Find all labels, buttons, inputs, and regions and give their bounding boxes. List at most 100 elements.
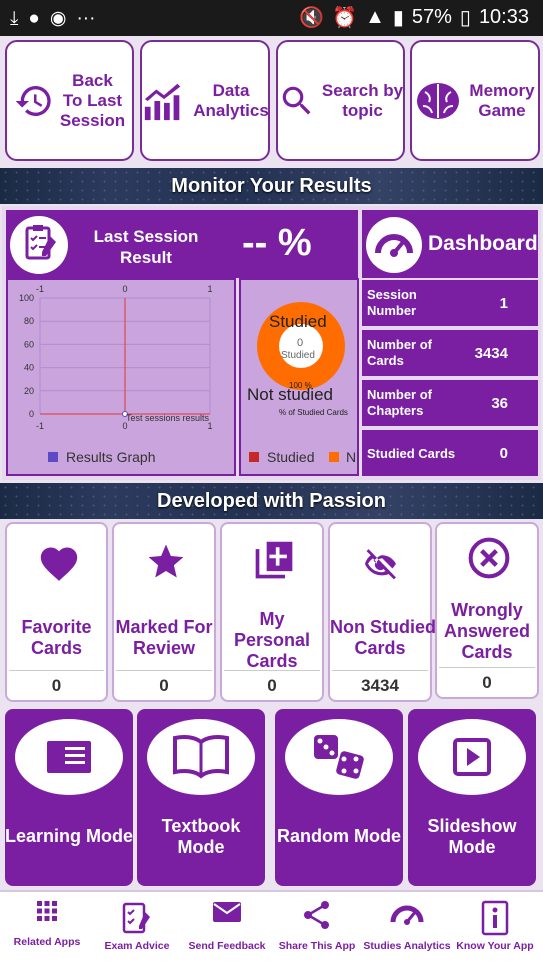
last-session-title: Last Session Result [93, 227, 199, 267]
dashboard-title: Dashboard [428, 232, 538, 255]
legend-studied: Studied [267, 449, 314, 465]
book-icon [15, 719, 123, 795]
mail-icon [213, 902, 241, 922]
memory-game-button[interactable]: Memory Game [410, 40, 540, 161]
marked-for-review-button[interactable]: Marked For Review 0 [112, 522, 216, 702]
chat-icon: ● [28, 7, 40, 29]
y-tick-label: 100 [19, 293, 34, 303]
bottom-navigation: Related Apps Exam Advice Send Feedback S… [0, 890, 543, 966]
legend-results-graph: Results Graph [66, 449, 155, 465]
y-tick-label: 80 [24, 316, 34, 326]
studied-cards-label: Studied Cards [367, 445, 456, 461]
download-icon: ⤓ [10, 7, 19, 29]
send-feedback-label: Send Feedback [188, 940, 266, 952]
y-tick-label: 20 [24, 386, 34, 396]
my-personal-cards-button[interactable]: My Personal Cards 0 [220, 522, 324, 702]
exam-advice-button[interactable]: Exam Advice [92, 892, 182, 962]
non-studied-cards-label: Non Studied Cards [330, 617, 436, 658]
exam-advice-label: Exam Advice [104, 940, 170, 952]
x-bottom-tick-label: -1 [36, 421, 44, 431]
gauge-icon [390, 905, 424, 925]
info-icon [481, 900, 509, 936]
star-icon [148, 544, 184, 578]
dashboard-row-session: Session Number 1 [362, 280, 538, 326]
more-icon: ··· [76, 7, 96, 29]
dashboard-row-cards: Number of Cards 3434 [362, 330, 538, 376]
learning-mode-label: Learning Mode [5, 826, 134, 846]
marked-for-review-label: Marked For Review [115, 617, 213, 658]
share-app-label: Share This App [278, 940, 356, 952]
developed-with-passion-banner: Developed with Passion [0, 483, 543, 519]
dashboard-header[interactable]: Dashboard [362, 210, 538, 278]
favorite-cards-count: 0 [7, 670, 106, 696]
share-app-button[interactable]: Share This App [272, 892, 362, 962]
send-feedback-button[interactable]: Send Feedback [182, 892, 272, 962]
my-personal-cards-label: My Personal Cards [233, 609, 311, 671]
y-tick-label: 0 [29, 409, 34, 419]
random-mode-button[interactable]: Random Mode [275, 709, 403, 886]
brain-icon [417, 82, 460, 119]
back-to-last-session-label: Back To Last Session [59, 70, 126, 130]
textbook-mode-label: Textbook Mode [161, 816, 241, 857]
x-top-tick-label: -1 [36, 284, 44, 294]
clock: 10:33 [478, 6, 529, 28]
studies-analytics-button[interactable]: Studies Analytics [362, 892, 452, 962]
related-apps-button[interactable]: Related Apps [2, 892, 92, 962]
results-graph: 100806040200-1 0 1-1 0 1 Test sessions resul… [8, 280, 234, 474]
number-of-cards-label: Number of Cards [367, 337, 432, 368]
data-analytics-label: Data Analytics [193, 80, 269, 120]
session-number-label: Session Number [367, 287, 417, 318]
clipboard-icon [10, 216, 68, 274]
share-icon [304, 901, 329, 929]
data-analytics-button[interactable]: Data Analytics [140, 40, 270, 161]
textbook-mode-button[interactable]: Textbook Mode [137, 709, 265, 886]
y-tick-label: 60 [24, 339, 34, 349]
memory-game-label: Memory Game [469, 80, 535, 120]
messenger-icon: ◉ [49, 8, 67, 29]
history-icon [15, 85, 51, 116]
heart-icon [40, 547, 78, 581]
pie-center-label: Studied [281, 350, 315, 361]
pie-percent: 100 % [289, 381, 312, 390]
legend-not-studied: N [346, 449, 356, 465]
pie-center-value: 0 [297, 337, 303, 349]
wrongly-answered-cards-button[interactable]: Wrongly Answered Cards 0 [435, 522, 539, 699]
eye-off-icon [365, 549, 396, 580]
back-to-last-session-button[interactable]: Back To Last Session [5, 40, 134, 161]
search-icon [282, 86, 311, 114]
x-circle-icon [468, 537, 510, 579]
legend-swatch-studied [249, 452, 259, 462]
know-your-app-button[interactable]: Know Your App [450, 892, 540, 962]
last-session-header[interactable]: Last Session Result -- % [6, 210, 358, 278]
mute-icon: 🔇 [299, 7, 325, 29]
slideshow-mode-button[interactable]: Slideshow Mode [408, 709, 536, 886]
wifi-icon: ▲ [365, 6, 385, 28]
checklist-icon [122, 902, 150, 934]
monitor-results-title: Monitor Your Results [171, 174, 372, 197]
favorite-cards-label: Favorite Cards [21, 617, 92, 658]
alarm-icon: ⏰ [332, 7, 358, 29]
status-bar: ⤓ ● ◉ ··· 🔇 ⏰ ▲ ▮ 57% ▯ 10:33 [0, 0, 543, 36]
open-book-icon [147, 719, 255, 795]
legend-swatch-not-studied [329, 452, 339, 462]
graph-annotation: Test sessions results [126, 413, 210, 423]
search-by-topic-button[interactable]: Search by topic [276, 40, 405, 161]
battery-level: 57% [411, 6, 452, 28]
pie-panel: Studied 0 Studied Not studied 100 % % of… [239, 278, 359, 476]
dashboard-row-studied: Studied Cards 0 [362, 430, 538, 476]
learning-mode-button[interactable]: Learning Mode [5, 709, 133, 886]
number-of-cards-value: 3434 [474, 344, 508, 362]
non-studied-cards-button[interactable]: Non Studied Cards 3434 [328, 522, 436, 702]
pie-studied-label: Studied [269, 312, 327, 331]
session-number-value: 1 [499, 294, 508, 312]
dashboard-row-chapters: Number of Chapters 36 [362, 380, 538, 426]
play-icon [418, 719, 526, 795]
passion-title: Developed with Passion [157, 489, 386, 512]
non-studied-cards-count: 3434 [330, 670, 430, 696]
favorite-cards-button[interactable]: Favorite Cards 0 [5, 522, 108, 702]
studied-pie-chart: Studied 0 Studied Not studied 100 % % of… [241, 280, 357, 474]
slideshow-mode-label: Slideshow Mode [427, 816, 517, 857]
number-of-chapters-value: 36 [491, 394, 508, 412]
add-card-icon [255, 541, 293, 579]
random-mode-label: Random Mode [277, 826, 401, 846]
